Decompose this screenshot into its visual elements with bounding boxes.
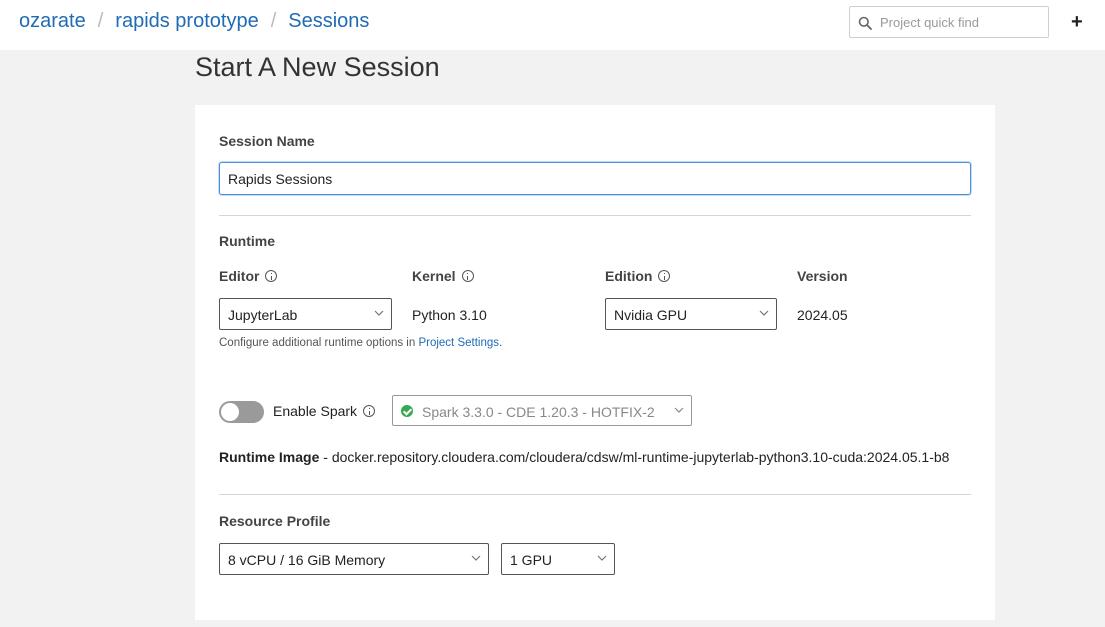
project-settings-link[interactable]: Project Settings (418, 337, 499, 349)
runtime-image-value: docker.repository.cloudera.com/cloudera/… (331, 449, 950, 465)
editor-label: Editor (219, 268, 260, 284)
edition-label: Edition (605, 268, 653, 284)
hint-prefix: Configure additional runtime options in (219, 337, 419, 349)
editor-select-value: JupyterLab (228, 307, 298, 323)
breadcrumb-separator: / (270, 10, 277, 32)
breadcrumb-project-link[interactable]: rapids prototype (115, 10, 258, 32)
runtime-image-separator: - (319, 449, 332, 465)
info-icon[interactable] (265, 270, 278, 282)
runtime-image-label: Runtime Image (219, 449, 320, 465)
runtime-section-label: Runtime (219, 233, 275, 249)
enable-spark-label-group: Enable Spark (273, 403, 376, 419)
top-bar: ozarate / rapids prototype / Sessions + (0, 0, 1105, 50)
chevron-down-icon (374, 310, 384, 316)
hint-suffix: . (499, 337, 503, 349)
gpu-select[interactable]: 1 GPU (501, 543, 615, 575)
search-icon (858, 16, 872, 30)
session-name-label: Session Name (219, 133, 315, 149)
kernel-value: Python 3.10 (412, 307, 487, 323)
page-title: Start A New Session (195, 52, 440, 82)
info-icon[interactable] (658, 270, 671, 282)
new-session-form: Session Name Runtime Editor Kernel Editi… (195, 105, 995, 620)
chevron-down-icon (471, 555, 481, 561)
spark-version-select[interactable]: Spark 3.3.0 - CDE 1.20.3 - HOTFIX-2 (392, 395, 692, 426)
info-icon[interactable] (461, 270, 474, 282)
runtime-image: Runtime Image - docker.repository.cloude… (219, 449, 949, 465)
resource-profile-label: Resource Profile (219, 513, 331, 529)
chevron-down-icon (597, 555, 607, 561)
divider (219, 215, 971, 216)
check-circle-icon (401, 405, 413, 417)
kernel-label: Kernel (412, 268, 456, 284)
version-value: 2024.05 (797, 307, 848, 323)
add-icon[interactable]: + (1071, 12, 1085, 32)
version-label: Version (797, 268, 848, 284)
enable-spark-toggle[interactable] (219, 401, 264, 423)
breadcrumb-user-link[interactable]: ozarate (19, 10, 86, 32)
edition-select-value: Nvidia GPU (614, 307, 688, 323)
info-icon[interactable] (363, 405, 376, 417)
edition-select[interactable]: Nvidia GPU (605, 298, 777, 330)
resource-profile-value: 8 vCPU / 16 GiB Memory (228, 552, 386, 568)
chevron-down-icon (759, 310, 769, 316)
breadcrumb-sessions-link[interactable]: Sessions (288, 10, 369, 32)
kernel-label-group: Kernel (412, 268, 474, 284)
breadcrumb: ozarate / rapids prototype / Sessions (19, 10, 369, 33)
spark-version-value: Spark 3.3.0 - CDE 1.20.3 - HOTFIX-2 (422, 404, 655, 420)
runtime-options-hint: Configure additional runtime options in … (219, 337, 502, 349)
chevron-down-icon (674, 407, 684, 413)
gpu-value: 1 GPU (510, 552, 553, 568)
toggle-knob (221, 403, 239, 421)
project-quick-find[interactable] (849, 6, 1049, 38)
search-input[interactable] (878, 7, 1046, 37)
edition-label-group: Edition (605, 268, 671, 284)
editor-label-group: Editor (219, 268, 278, 284)
divider (219, 494, 971, 495)
editor-select[interactable]: JupyterLab (219, 298, 392, 330)
session-name-input[interactable] (219, 162, 971, 195)
enable-spark-label: Enable Spark (273, 403, 358, 419)
breadcrumb-separator: / (97, 10, 104, 32)
resource-profile-select[interactable]: 8 vCPU / 16 GiB Memory (219, 543, 489, 575)
